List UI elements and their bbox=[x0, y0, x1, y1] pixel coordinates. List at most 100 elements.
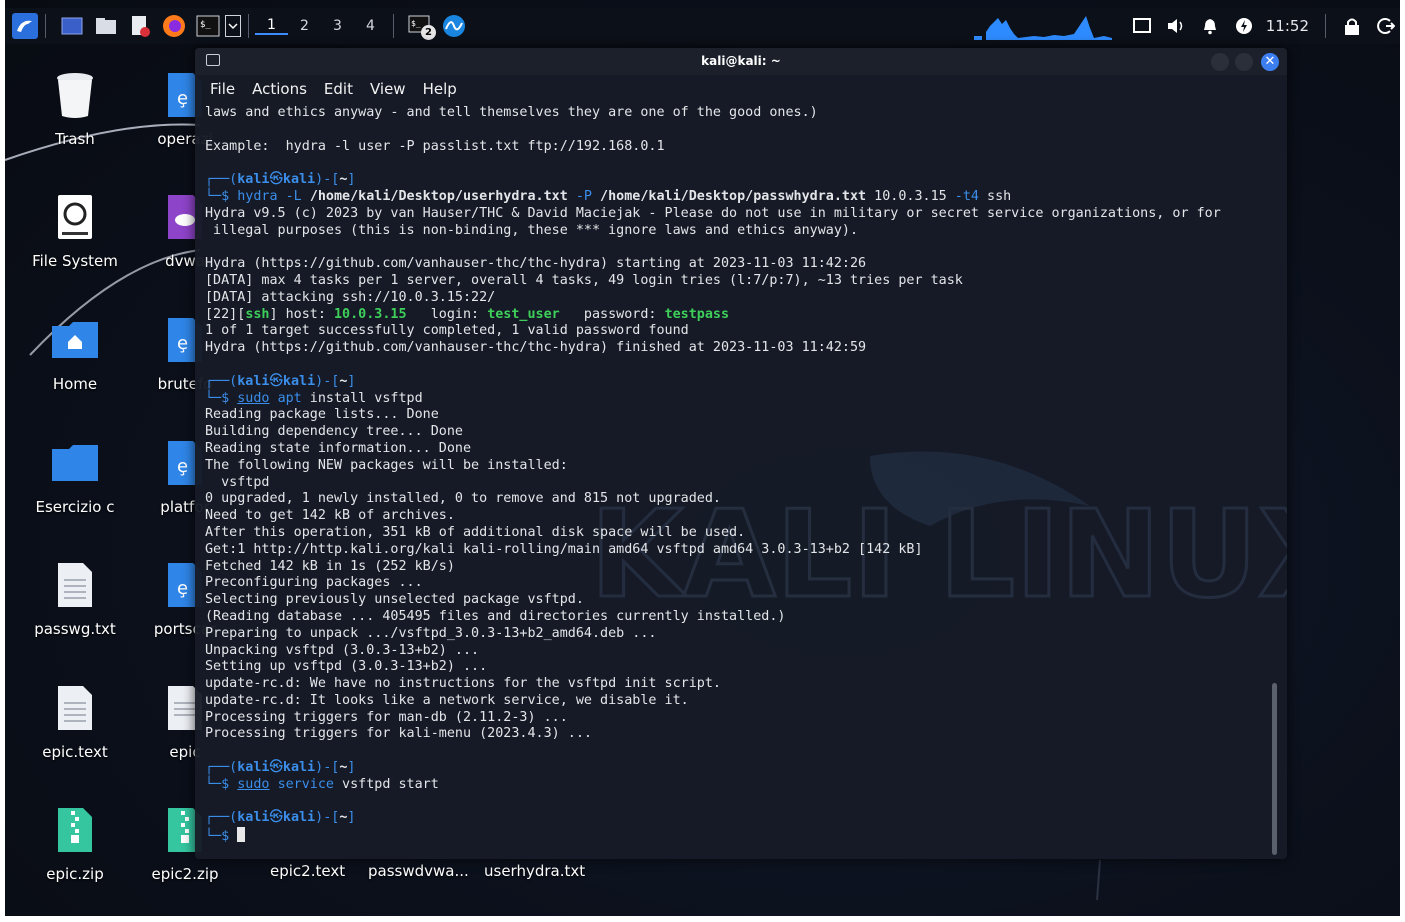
hydra-result-line: [22][ssh] host: 10.0.3.15 login: test_us… bbox=[205, 307, 1267, 324]
desktop-icon-passwg[interactable]: passwg.txt bbox=[20, 556, 130, 638]
logout-icon[interactable] bbox=[1372, 12, 1400, 40]
prompt-host: kali bbox=[282, 810, 316, 826]
cmd-program: hydra bbox=[237, 188, 278, 204]
menu-help[interactable]: Help bbox=[423, 80, 457, 98]
terminal-line: The following NEW packages will be insta… bbox=[205, 457, 568, 473]
taskbar-separator bbox=[45, 14, 46, 38]
workspace-1[interactable]: 1 bbox=[255, 17, 288, 35]
prompt-bracket: ┌──( bbox=[205, 760, 238, 776]
terminal-line: 1 of 1 target successfully completed, 1 … bbox=[205, 323, 689, 339]
cmd-arg: /home/kali/Desktop/passwhydra.txt bbox=[600, 188, 867, 204]
lock-icon[interactable] bbox=[1338, 12, 1366, 40]
clock[interactable]: 11:52 bbox=[1266, 17, 1309, 35]
desktop-icon-esercizio[interactable]: Esercizio c bbox=[20, 434, 130, 516]
file-manager-icon[interactable] bbox=[92, 12, 120, 40]
terminal-line: vsftpd bbox=[205, 474, 270, 490]
svg-text:$_: $_ bbox=[411, 19, 421, 28]
prompt-line: ┌──(kali㉿kali)-[~] bbox=[205, 760, 1267, 777]
workspace-2[interactable]: 2 bbox=[288, 18, 321, 34]
cmd-arg: /home/kali/Desktop/userhydra.txt bbox=[309, 188, 568, 204]
text-editor-icon[interactable] bbox=[126, 12, 154, 40]
result-host: 10.0.3.15 bbox=[334, 306, 407, 322]
terminal-launcher-icon[interactable]: $_ bbox=[194, 12, 222, 40]
terminal-line: Selecting previously unselected package … bbox=[205, 592, 584, 608]
show-desktop-icon[interactable] bbox=[58, 12, 86, 40]
prompt-host: kali bbox=[282, 760, 316, 776]
desktop-icon-epic-zip[interactable]: epic.zip bbox=[20, 801, 130, 883]
power-status-icon[interactable] bbox=[1230, 12, 1258, 40]
volume-icon[interactable] bbox=[1162, 12, 1190, 40]
firefox-icon[interactable] bbox=[160, 12, 188, 40]
svg-text:ȩ: ȩ bbox=[177, 578, 188, 599]
window-icon[interactable] bbox=[1128, 12, 1156, 40]
terminal-line: Setting up vsftpd (3.0.3-13+b2) ... bbox=[205, 659, 488, 675]
chevron-down-icon[interactable] bbox=[224, 12, 242, 40]
workspace-3[interactable]: 3 bbox=[321, 18, 354, 34]
prompt-host: kali bbox=[282, 373, 316, 389]
menu-file[interactable]: File bbox=[210, 80, 235, 98]
terminal-line: After this operation, 351 kB of addition… bbox=[205, 524, 746, 540]
terminal-titlebar[interactable]: kali@kali: ~ ✕ bbox=[195, 48, 1287, 75]
desktop-icon-home[interactable]: Home bbox=[20, 311, 130, 393]
terminal-line: Get:1 http://http.kali.org/kali kali-rol… bbox=[205, 541, 923, 557]
desktop-icon-label: epic.zip bbox=[46, 865, 104, 883]
cmd-arg: 10.0.3.15 bbox=[874, 188, 947, 204]
terminal-scrollbar[interactable] bbox=[1272, 683, 1277, 855]
wireshark-icon[interactable] bbox=[440, 12, 468, 40]
terminal-window[interactable]: kali@kali: ~ ✕ File Actions Edit View He… bbox=[195, 48, 1287, 859]
terminal-window-button[interactable]: $_ 2 bbox=[406, 12, 436, 40]
prompt-symbol: └─$ bbox=[205, 188, 238, 204]
svg-text:ȩ: ȩ bbox=[177, 456, 188, 477]
kali-menu-icon[interactable] bbox=[11, 12, 39, 40]
terminal-line: [DATA] attacking ssh://10.0.3.15:22/ bbox=[205, 289, 496, 305]
command-line: └─$ sudo service vsftpd start bbox=[205, 777, 1267, 794]
terminal-line: (Reading database ... 405495 files and d… bbox=[205, 608, 786, 624]
prompt-bracket: ┌──( bbox=[205, 373, 238, 389]
desktop-icon-userhydra[interactable]: userhydra.txt bbox=[484, 862, 585, 880]
close-button[interactable]: ✕ bbox=[1261, 53, 1279, 71]
desktop: $_ 1 2 3 4 $_ 2 11:52 Trash File System … bbox=[0, 0, 1405, 922]
menu-actions[interactable]: Actions bbox=[252, 80, 307, 98]
prompt-bracket: )-[ bbox=[315, 172, 340, 188]
cpu-graph bbox=[973, 16, 1112, 40]
desktop-icon-file-system[interactable]: File System bbox=[20, 188, 130, 270]
screen-border bbox=[1400, 0, 1405, 922]
prompt-user: kali bbox=[237, 172, 270, 188]
prompt-symbol: └─$ bbox=[205, 390, 238, 406]
desktop-icon-epic2-text[interactable]: epic2.text bbox=[270, 862, 345, 880]
desktop-icon-label: epic.text bbox=[42, 743, 108, 761]
terminal-line: Processing triggers for man-db (2.11.2-3… bbox=[205, 709, 568, 725]
desktop-icon-trash[interactable]: Trash bbox=[20, 66, 130, 148]
svg-text:ȩ: ȩ bbox=[177, 333, 188, 354]
cmd-arg: ssh bbox=[987, 188, 1012, 204]
menu-view[interactable]: View bbox=[370, 80, 406, 98]
terminal-line: update-rc.d: We have no instructions for… bbox=[205, 676, 721, 692]
desktop-icon-passwdvwa[interactable]: passwdvwa... bbox=[368, 862, 469, 880]
prompt-bracket: )-[ bbox=[315, 810, 340, 826]
prompt-at: ㉿ bbox=[269, 760, 283, 776]
terminal-line: Need to get 142 kB of archives. bbox=[205, 508, 455, 524]
prompt-bracket: ] bbox=[347, 373, 356, 389]
desktop-icon-label: Home bbox=[52, 375, 98, 393]
menu-edit[interactable]: Edit bbox=[324, 80, 353, 98]
cmd-sudo: sudo bbox=[237, 776, 270, 792]
desktop-icon-label: passwg.txt bbox=[34, 620, 116, 638]
prompt-at: ㉿ bbox=[269, 810, 283, 826]
folder-icon bbox=[20, 434, 130, 492]
terminal-output[interactable]: laws and ethics anyway - and tell themse… bbox=[205, 105, 1267, 844]
terminal-text: [22][ bbox=[205, 306, 246, 322]
taskbar-separator bbox=[1325, 14, 1326, 38]
prompt-user: kali bbox=[237, 760, 270, 776]
maximize-button[interactable] bbox=[1235, 53, 1253, 71]
prompt-bracket: ┌──( bbox=[205, 810, 238, 826]
desktop-icon-epic-text[interactable]: epic.text bbox=[20, 679, 130, 761]
minimize-button[interactable] bbox=[1211, 53, 1229, 71]
notification-bell-icon[interactable] bbox=[1196, 12, 1224, 40]
cmd-flag: -P bbox=[575, 188, 592, 204]
workspace-4[interactable]: 4 bbox=[354, 18, 387, 34]
prompt-user: kali bbox=[237, 810, 270, 826]
